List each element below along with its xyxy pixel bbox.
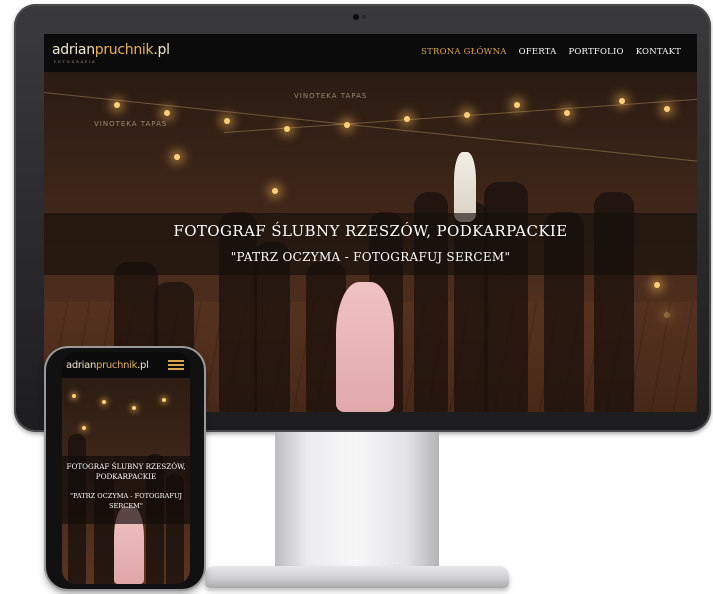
mobile-screen: adrianpruchnik.pl FOTOGRAF ŚLUBNY RZESZÓ…	[62, 352, 190, 584]
menu-bar	[168, 364, 184, 366]
logo-text-suffix: .pl	[137, 360, 149, 371]
mobile-hero-subtitle: "PATRZ OCZYMA - FOTOGRAFUJ SERCEM"	[66, 492, 186, 512]
mobile-hero-title-line: FOTOGRAF ŚLUBNY RZESZÓW,	[66, 462, 186, 471]
light-bulb	[224, 118, 230, 124]
menu-bar	[168, 360, 184, 362]
logo-text-accent: pruchnik	[94, 42, 154, 58]
light-bulb	[132, 406, 136, 410]
hamburger-menu-icon[interactable]	[168, 360, 184, 370]
logo-text-main: adrian	[66, 360, 97, 371]
venue-sign: VINOTEKA TAPAS	[294, 92, 368, 100]
mobile-phone: adrianpruchnik.pl FOTOGRAF ŚLUBNY RZESZÓ…	[46, 348, 204, 589]
site-header: adrianpruchnik.pl FOTOGRAFIA STRONA GŁÓW…	[44, 34, 697, 72]
light-bulb	[114, 102, 120, 108]
monitor-stand-base	[205, 566, 509, 588]
light-bulb	[564, 110, 570, 116]
main-navigation: STRONA GŁÓWNA OFERTA PORTFOLIO KONTAKT	[421, 47, 681, 57]
nav-item-contact[interactable]: KONTAKT	[636, 47, 681, 57]
logo-tagline: FOTOGRAFIA	[54, 60, 97, 64]
menu-bar	[168, 368, 184, 370]
string-lights-wire	[223, 98, 697, 133]
bride-dress	[336, 282, 394, 412]
venue-sign: VINOTEKA TAPAS	[94, 120, 168, 128]
hero-title: FOTOGRAF ŚLUBNY RZESZÓW, PODKARPACKIE	[173, 222, 568, 240]
nav-item-offer[interactable]: OFERTA	[519, 47, 557, 57]
light-bulb	[514, 102, 520, 108]
light-bulb	[664, 106, 670, 112]
light-bulb	[619, 98, 625, 104]
mobile-hero-subtitle-line: SERCEM"	[109, 501, 143, 510]
light-bulb	[654, 282, 660, 288]
guest-dress	[454, 152, 476, 222]
light-bulb	[162, 398, 166, 402]
light-bulb	[272, 188, 278, 194]
mobile-hero-title: FOTOGRAF ŚLUBNY RZESZÓW, PODKARPACKIE	[66, 462, 186, 483]
light-bulb	[82, 426, 86, 430]
light-bulb	[404, 116, 410, 122]
light-bulb	[174, 154, 180, 160]
mobile-header: adrianpruchnik.pl	[62, 352, 190, 378]
light-bulb	[72, 394, 76, 398]
camera-icon	[353, 14, 359, 20]
mobile-site-logo[interactable]: adrianpruchnik.pl	[66, 360, 149, 371]
light-bulb	[284, 126, 290, 132]
light-bulb	[102, 400, 106, 404]
nav-item-home[interactable]: STRONA GŁÓWNA	[421, 47, 507, 57]
site-logo[interactable]: adrianpruchnik.pl	[52, 42, 170, 58]
light-bulb	[164, 110, 170, 116]
hero-subtitle: "PATRZ OCZYMA - FOTOGRAFUJ SERCEM"	[230, 250, 511, 264]
light-bulb	[464, 112, 470, 118]
light-bulb	[344, 122, 350, 128]
mobile-hero-title-line: PODKARPACKIE	[95, 472, 157, 482]
logo-text-suffix: .pl	[153, 42, 170, 58]
nav-item-portfolio[interactable]: PORTFOLIO	[568, 47, 623, 57]
logo-text-main: adrian	[52, 42, 95, 58]
monitor-stand-neck	[275, 432, 439, 572]
logo-text-accent: pruchnik	[96, 360, 138, 371]
mobile-hero-subtitle-line: "PATRZ OCZYMA - FOTOGRAFUJ	[70, 492, 182, 500]
